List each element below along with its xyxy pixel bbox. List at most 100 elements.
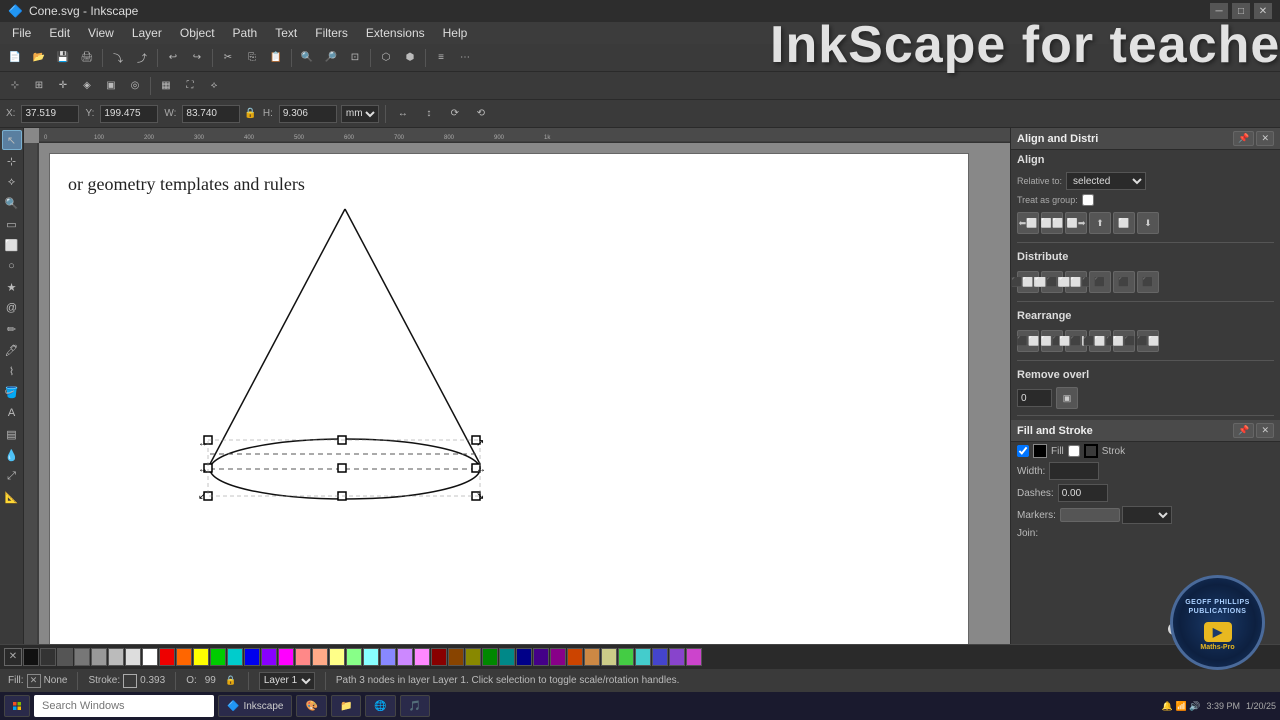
tool-ellipse[interactable]: ○ bbox=[2, 256, 22, 276]
swatch-orange[interactable] bbox=[176, 648, 192, 666]
swatch-cyan[interactable] bbox=[227, 648, 243, 666]
fill-stroke-pin[interactable]: 📌 bbox=[1233, 423, 1254, 438]
swatch-lightgray[interactable] bbox=[108, 648, 124, 666]
align-group-checkbox[interactable] bbox=[1082, 194, 1094, 206]
tb-copy[interactable]: ⎘ bbox=[241, 47, 263, 69]
tb-zoom-in[interactable]: 🔍 bbox=[296, 47, 318, 69]
swatch-lightgreen[interactable] bbox=[346, 648, 362, 666]
align-top-edges[interactable]: ⬆ bbox=[1089, 212, 1111, 234]
taskbar-search[interactable] bbox=[34, 695, 214, 717]
x-input[interactable] bbox=[21, 105, 79, 123]
tb-undo[interactable]: ↩ bbox=[162, 47, 184, 69]
start-button[interactable] bbox=[4, 695, 30, 717]
markers-end-select[interactable] bbox=[1122, 506, 1172, 524]
swatch-black[interactable] bbox=[23, 648, 39, 666]
tool-calligraphy[interactable]: ⌇ bbox=[2, 361, 22, 381]
rearrange-6[interactable]: ⬛⬜ bbox=[1137, 330, 1159, 352]
tool-node[interactable]: ⊹ bbox=[2, 151, 22, 171]
dashes-input[interactable] bbox=[1058, 484, 1108, 502]
distribute-top[interactable]: ⬛ bbox=[1089, 271, 1111, 293]
tb-zoom-out[interactable]: 🔎 bbox=[320, 47, 342, 69]
swatch-lightred[interactable] bbox=[295, 648, 311, 666]
tool-rect[interactable]: ▭ bbox=[2, 214, 22, 234]
menu-view[interactable]: View bbox=[80, 24, 122, 42]
align-center-h[interactable]: ⬜ bbox=[1113, 212, 1135, 234]
width-input[interactable] bbox=[1049, 462, 1099, 480]
tb-node-editor[interactable]: ⟡ bbox=[203, 75, 225, 97]
no-color-swatch[interactable]: ✕ bbox=[4, 648, 22, 666]
rearrange-5[interactable]: ⬜⬛ bbox=[1113, 330, 1135, 352]
tb-view-mode[interactable]: ▦ bbox=[155, 75, 177, 97]
swatch-white[interactable] bbox=[142, 648, 158, 666]
rearrange-4[interactable]: ⬛⬜⬛ bbox=[1089, 330, 1111, 352]
tb-snap-toggle[interactable]: ⊹ bbox=[4, 75, 26, 97]
align-left-edges[interactable]: ⬅⬜ bbox=[1017, 212, 1039, 234]
unit-select[interactable]: mm px cm in bbox=[341, 105, 379, 123]
tool-connector[interactable]: ⤢ bbox=[2, 466, 22, 486]
swatch-medblue[interactable] bbox=[652, 648, 668, 666]
tool-text[interactable]: A bbox=[2, 403, 22, 423]
taskbar-inkscape[interactable]: 🔷 Inkscape bbox=[218, 695, 292, 717]
swatch-lavender[interactable] bbox=[397, 648, 413, 666]
swatch-teal[interactable] bbox=[499, 648, 515, 666]
swatch-verylightgray[interactable] bbox=[125, 648, 141, 666]
swatch-magenta[interactable] bbox=[278, 648, 294, 666]
swatch-red[interactable] bbox=[159, 648, 175, 666]
tool-select[interactable]: ↖ bbox=[2, 130, 22, 150]
swatch-darkred[interactable] bbox=[431, 648, 447, 666]
swatch-medcyan[interactable] bbox=[635, 648, 651, 666]
swatch-medgreen[interactable] bbox=[618, 648, 634, 666]
swatch-blue[interactable] bbox=[244, 648, 260, 666]
tb-snap-path[interactable]: ◎ bbox=[124, 75, 146, 97]
tool-paint-bucket[interactable]: 🪣 bbox=[2, 382, 22, 402]
align-relative-select[interactable]: selected page drawing first selected las… bbox=[1066, 172, 1146, 190]
tb-snap-grid[interactable]: ⊞ bbox=[28, 75, 50, 97]
tb-snap-node[interactable]: ◈ bbox=[76, 75, 98, 97]
tool-tweak[interactable]: ⟡ bbox=[2, 172, 22, 192]
swatch-gray2[interactable] bbox=[74, 648, 90, 666]
tb-ungroup[interactable]: ⬢ bbox=[399, 47, 421, 69]
tool-pencil[interactable]: ✏ bbox=[2, 319, 22, 339]
layer-select[interactable]: Layer 1 bbox=[259, 672, 315, 690]
taskbar-btn-5[interactable]: 🎵 bbox=[400, 695, 430, 717]
swatch-lightcyan[interactable] bbox=[363, 648, 379, 666]
menu-file[interactable]: File bbox=[4, 24, 39, 42]
tb-align[interactable]: ≡ bbox=[430, 47, 452, 69]
tb-new[interactable]: 📄 bbox=[4, 47, 26, 69]
logo-play-button[interactable]: ▶ bbox=[1204, 622, 1232, 642]
swatch-darkgray[interactable] bbox=[40, 648, 56, 666]
menu-object[interactable]: Object bbox=[172, 24, 223, 42]
menu-filters[interactable]: Filters bbox=[307, 24, 356, 42]
tb-fullscreen[interactable]: ⛶ bbox=[179, 75, 201, 97]
align-center-v[interactable]: ⬜⬜ bbox=[1041, 212, 1063, 234]
tool-eyedropper[interactable]: 💧 bbox=[2, 445, 22, 465]
fill-checkbox[interactable] bbox=[1017, 445, 1029, 457]
tb-cut[interactable]: ✂ bbox=[217, 47, 239, 69]
tb-transform2[interactable]: ↕ bbox=[418, 103, 440, 125]
tool-star[interactable]: ★ bbox=[2, 277, 22, 297]
align-panel-pin[interactable]: 📌 bbox=[1233, 131, 1254, 146]
menu-extensions[interactable]: Extensions bbox=[358, 24, 433, 42]
menu-layer[interactable]: Layer bbox=[124, 24, 170, 42]
h-input[interactable] bbox=[279, 105, 337, 123]
tool-gradient[interactable]: ▤ bbox=[2, 424, 22, 444]
w-input[interactable] bbox=[182, 105, 240, 123]
swatch-purple[interactable] bbox=[533, 648, 549, 666]
opacity-lock[interactable]: 🔒 bbox=[224, 674, 238, 688]
tb-snap-bbox[interactable]: ▣ bbox=[100, 75, 122, 97]
tb-save[interactable]: 💾 bbox=[52, 47, 74, 69]
swatch-gray1[interactable] bbox=[57, 648, 73, 666]
taskbar-btn-3[interactable]: 📁 bbox=[331, 695, 361, 717]
align-bottom-edges[interactable]: ⬇ bbox=[1137, 212, 1159, 234]
tb-group[interactable]: ⬡ bbox=[375, 47, 397, 69]
swatch-medpink[interactable] bbox=[686, 648, 702, 666]
align-panel-close[interactable]: ✕ bbox=[1256, 131, 1274, 146]
lock-icon[interactable]: 🔒 bbox=[244, 108, 256, 119]
stroke-checkbox[interactable] bbox=[1068, 445, 1080, 457]
taskbar-btn-2[interactable]: 🎨 bbox=[296, 695, 326, 717]
y-input[interactable] bbox=[100, 105, 158, 123]
swatch-navy[interactable] bbox=[516, 648, 532, 666]
menu-help[interactable]: Help bbox=[435, 24, 476, 42]
rearrange-1[interactable]: ⬛⬜ bbox=[1017, 330, 1039, 352]
tool-measure[interactable]: 📐 bbox=[2, 487, 22, 507]
